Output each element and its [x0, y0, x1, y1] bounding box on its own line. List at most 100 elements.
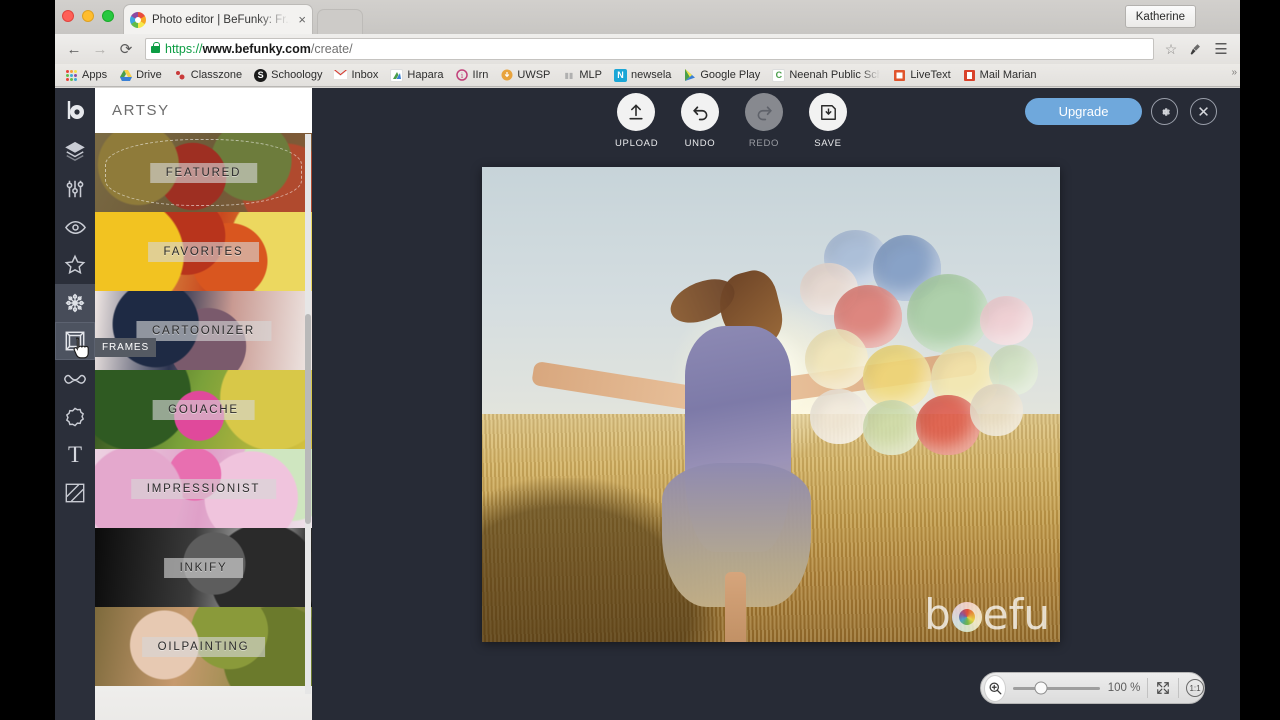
browser-menu-icon[interactable]: ☰: [1208, 36, 1234, 62]
watermark-prefix: b: [924, 590, 951, 639]
zoom-percent-label: 100 %: [1107, 682, 1141, 694]
tool-rail: T: [55, 88, 95, 720]
panel-thumbnail-list: FEATURED FAVORITES CARTOONIZER GOUACHE I…: [95, 133, 312, 720]
save-button[interactable]: SAVE: [807, 93, 849, 149]
panel-scrollbar[interactable]: [305, 134, 311, 694]
balloon: [906, 273, 990, 354]
panel-item-label: GOUACHE: [152, 399, 255, 420]
gear-icon[interactable]: [1151, 98, 1178, 125]
balloon: [863, 400, 922, 456]
panel-item-cartoonizer[interactable]: CARTOONIZER: [95, 291, 312, 370]
forward-icon[interactable]: →: [87, 36, 113, 62]
panel-item-gouache[interactable]: GOUACHE: [95, 370, 312, 449]
bookmark-label: Inbox: [351, 69, 379, 81]
redo-button[interactable]: REDO: [743, 93, 785, 149]
bookmark-label: newsela: [631, 69, 672, 81]
bookmark-label: Apps: [82, 69, 108, 81]
neenah-icon: C: [772, 68, 786, 82]
divider: [1178, 678, 1179, 698]
upload-button[interactable]: UPLOAD: [615, 93, 659, 149]
panel-item-impressionist[interactable]: IMPRESSIONIST: [95, 449, 312, 528]
bookmarks-bar: Apps Drive Classzone S Schoology Inbox H…: [55, 64, 1240, 87]
sidebar-item-text[interactable]: T: [55, 436, 95, 474]
zoom-slider-handle[interactable]: [1034, 681, 1048, 695]
close-window-button[interactable]: [62, 10, 74, 22]
bookmark-classzone[interactable]: Classzone: [169, 68, 247, 83]
frames-tooltip: FRAMES: [95, 338, 157, 357]
address-bar[interactable]: https://www.befunky.com/create/: [145, 38, 1154, 60]
sidebar-item-artsy[interactable]: [55, 246, 95, 284]
undo-arrow-icon: [681, 93, 719, 131]
extension-icon[interactable]: [1182, 36, 1208, 62]
action-label: SAVE: [814, 138, 842, 149]
panel-item-featured[interactable]: FEATURED: [95, 133, 312, 212]
bookmark-inbox[interactable]: Inbox: [329, 68, 383, 83]
sidebar-item-layers[interactable]: [55, 132, 95, 170]
bookmark-label: Hapara: [407, 69, 444, 81]
tab-strip: Photo editor | BeFunky: Fr... × Katherin…: [55, 0, 1240, 34]
sidebar-item-effects[interactable]: [55, 208, 95, 246]
bookmark-mail-marian[interactable]: Mail Marian: [958, 68, 1042, 83]
window-traffic-lights[interactable]: [62, 10, 114, 22]
actual-size-icon: 1:1: [1186, 679, 1204, 697]
letterbox-right: [1240, 0, 1280, 720]
panel-item-favorites[interactable]: FAVORITES: [95, 212, 312, 291]
url-text: https://www.befunky.com/create/: [165, 42, 353, 56]
action-label: UPLOAD: [615, 138, 659, 149]
new-tab-button[interactable]: [317, 9, 363, 34]
close-editor-icon[interactable]: ✕: [1190, 98, 1217, 125]
panel-item-label: IMPRESSIONIST: [130, 478, 277, 499]
sidebar-item-mustache[interactable]: [55, 360, 95, 398]
actual-size-button[interactable]: 1:1: [1186, 679, 1204, 697]
save-disk-icon: [809, 93, 847, 131]
livetext-icon: [893, 69, 906, 82]
bookmark-uwsp[interactable]: UWSP: [495, 68, 555, 83]
text-tool-icon: T: [67, 442, 83, 467]
mail-marian-icon: [963, 69, 976, 82]
sidebar-item-textures[interactable]: [55, 474, 95, 512]
panel-item-label: FAVORITES: [147, 241, 260, 262]
bookmark-apps[interactable]: Apps: [60, 68, 112, 83]
bookmark-schoology[interactable]: S Schoology: [249, 68, 327, 83]
bookmark-hapara[interactable]: Hapara: [385, 68, 448, 83]
zoom-in-icon[interactable]: [984, 674, 1007, 702]
reload-icon[interactable]: ⟳: [113, 36, 139, 62]
bookmark-google-play[interactable]: Google Play: [678, 68, 765, 83]
bookmark-neenah[interactable]: C Neenah Public Scho: [767, 68, 886, 83]
photo-balloons: [799, 224, 1043, 500]
fit-to-screen-icon[interactable]: [1155, 681, 1171, 695]
bookmark-star-icon[interactable]: ☆: [1160, 41, 1182, 58]
befunky-logo-icon[interactable]: [55, 88, 95, 132]
sidebar-item-edit[interactable]: [55, 170, 95, 208]
panel-item-inkify[interactable]: INKIFY: [95, 528, 312, 607]
bookmark-iirn[interactable]: i IIrn: [450, 68, 493, 83]
profile-button[interactable]: Katherine: [1124, 5, 1196, 28]
panel-item-oilpainting[interactable]: OILPAINTING: [95, 607, 312, 686]
panel-item-next[interactable]: [95, 686, 312, 720]
panel-item-label: FEATURED: [149, 162, 258, 183]
panel-item-label: OILPAINTING: [141, 636, 266, 657]
upgrade-button[interactable]: Upgrade: [1025, 98, 1142, 125]
sidebar-item-graphics[interactable]: [55, 398, 95, 436]
artsy-panel: ARTSY FEATURED FAVORITES CARTOONIZER GOU…: [95, 88, 312, 720]
bookmarks-overflow-icon[interactable]: »: [1231, 67, 1237, 78]
url-host: www.befunky.com: [202, 42, 311, 56]
bookmark-label: UWSP: [517, 69, 551, 81]
hapara-icon: [390, 68, 404, 82]
undo-button[interactable]: UNDO: [679, 93, 721, 149]
photo-canvas[interactable]: b efu: [482, 167, 1060, 642]
bookmark-newsela[interactable]: N newsela: [609, 68, 676, 83]
maximize-window-button[interactable]: [102, 10, 114, 22]
browser-tab[interactable]: Photo editor | BeFunky: Fr... ×: [123, 4, 313, 34]
back-icon[interactable]: ←: [61, 36, 87, 62]
bookmark-drive[interactable]: Drive: [114, 68, 167, 83]
bookmark-mlp[interactable]: ▮▮ MLP: [557, 68, 607, 83]
classzone-icon: [174, 69, 187, 82]
minimize-window-button[interactable]: [82, 10, 94, 22]
sidebar-item-overlays[interactable]: [55, 284, 95, 322]
zoom-slider[interactable]: [1013, 681, 1100, 695]
bookmark-livetext[interactable]: LiveText: [888, 68, 955, 83]
bookmark-label: Google Play: [700, 69, 761, 81]
zoom-bar: 100 % 1:1: [980, 672, 1205, 704]
close-icon[interactable]: ×: [298, 12, 306, 27]
